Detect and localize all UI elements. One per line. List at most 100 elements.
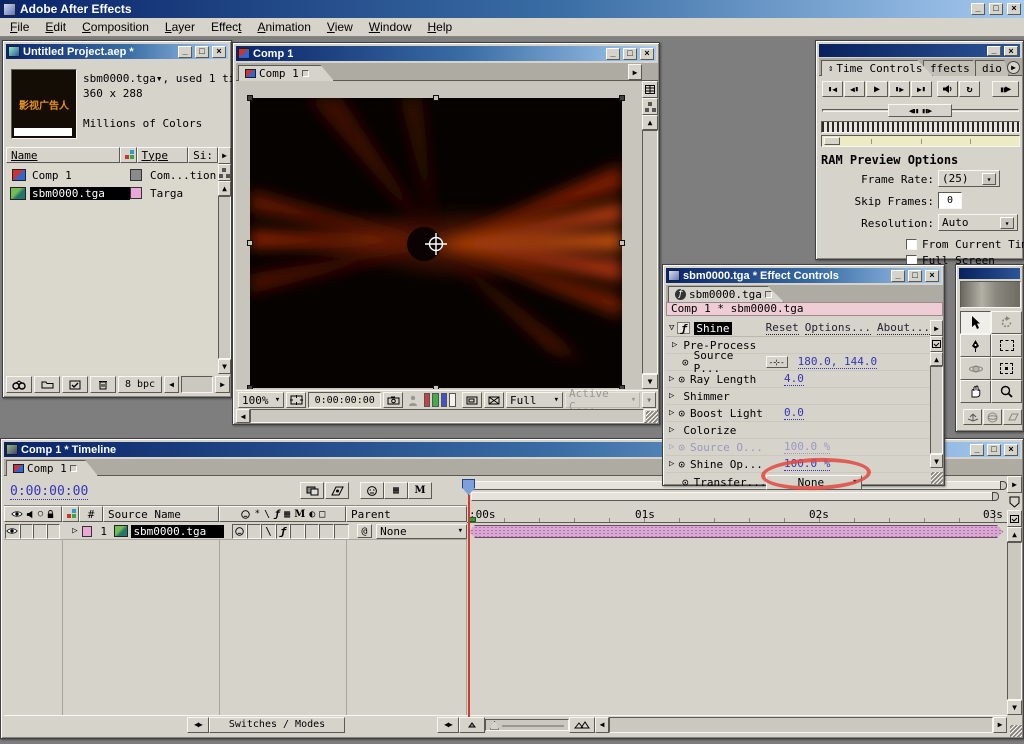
sort-toggle-button[interactable] — [120, 147, 137, 163]
ram-preview-button[interactable]: ▮▮▶ — [992, 81, 1019, 97]
layer-audio-toggle[interactable] — [20, 524, 34, 539]
channel-green-swatch[interactable] — [432, 393, 439, 407]
resolution-dropdown[interactable]: Full▾ — [506, 392, 563, 408]
world-axis-mode-button[interactable] — [983, 409, 1002, 425]
shine-expander-icon[interactable]: ▽ — [669, 323, 674, 333]
stopwatch-icon[interactable]: ⊙ — [678, 407, 685, 420]
ec-close-button[interactable]: × — [925, 270, 939, 282]
snapshot-button[interactable] — [383, 392, 403, 408]
lock-column-icon[interactable] — [46, 509, 55, 519]
menu-animation[interactable]: Animation — [249, 18, 318, 36]
project-close-button[interactable]: × — [212, 46, 226, 58]
expand-timeline-button[interactable]: ◀▶ — [437, 717, 459, 733]
ec-scroll-down[interactable]: ▼ — [930, 454, 943, 468]
menu-file[interactable]: File — [2, 18, 37, 36]
column-header-parent[interactable]: Parent — [346, 506, 467, 522]
comp-close-button[interactable]: × — [640, 48, 654, 60]
selection-handle[interactable] — [619, 240, 625, 246]
timeline-vscroll-track[interactable] — [1007, 542, 1022, 700]
layer-effects-switch[interactable]: ƒ — [276, 524, 291, 539]
row-expander-icon[interactable]: ▷ — [669, 442, 674, 452]
app-minimize-button[interactable]: _ — [971, 3, 985, 15]
rotation-tool[interactable] — [991, 311, 1022, 334]
effect-controls-tab[interactable]: ƒ sbm0000.tga — [668, 286, 784, 302]
play-button[interactable]: ▶ — [866, 81, 888, 97]
next-frame-button[interactable]: ▮▶ — [889, 81, 910, 97]
stopwatch-icon[interactable]: ⊙ — [682, 476, 689, 489]
timeline-tab[interactable]: Comp 1 — [6, 460, 98, 476]
options-link[interactable]: Options... — [805, 321, 871, 335]
project-maximize-button[interactable]: □ — [195, 46, 209, 58]
layer-source-name[interactable]: sbm0000.tga — [131, 525, 224, 538]
comp-minimize-button[interactable]: _ — [606, 48, 620, 60]
draft-3d-button[interactable] — [325, 482, 349, 499]
timeline-close-button[interactable]: × — [1004, 444, 1018, 456]
ec-scrollbar-track[interactable] — [930, 366, 943, 454]
comp-tab-menu-button[interactable]: ▶ — [628, 64, 642, 80]
layer-motion-blur-switch[interactable] — [305, 524, 320, 539]
project-scroll-down[interactable]: ▼ — [218, 359, 231, 374]
time-navigator-bar[interactable] — [471, 492, 993, 501]
skip-frames-input[interactable]: 0 — [938, 192, 962, 209]
project-hscroll-left[interactable]: ◀ — [164, 376, 179, 393]
from-current-time-checkbox[interactable] — [906, 239, 917, 250]
comp-hscroll-left[interactable]: ◀ — [236, 409, 250, 423]
menu-edit[interactable]: Edit — [37, 18, 74, 36]
solo-column-icon[interactable]: ○ — [38, 509, 43, 519]
timeline-maximize-button[interactable]: □ — [987, 444, 1001, 456]
column-header-source-name[interactable]: Source Name — [103, 506, 219, 522]
time-controls-titlebar[interactable]: _ × — [819, 44, 1020, 57]
selection-handle[interactable] — [433, 95, 439, 101]
navigator-end-handle[interactable] — [992, 492, 999, 501]
comp-titlebar[interactable]: Comp 1 _ □ × — [236, 46, 656, 61]
tab-time-controls[interactable]: ⇕ Time Controls — [821, 60, 933, 76]
timeline-quads-button[interactable] — [62, 506, 79, 522]
live-update-button[interactable] — [300, 482, 324, 499]
zoom-tool[interactable] — [991, 380, 1022, 403]
rectangle-mask-tool[interactable] — [991, 334, 1022, 357]
menu-layer[interactable]: Layer — [157, 18, 203, 36]
zoom-slider-track[interactable] — [485, 719, 569, 731]
tools-titlebar[interactable] — [959, 268, 1020, 279]
tab-effects[interactable]: ffects — [923, 60, 981, 76]
comp-time-display[interactable]: 0:00:00:00 — [308, 392, 381, 408]
menu-composition[interactable]: Composition — [74, 18, 157, 36]
column-header-number[interactable]: # — [79, 506, 103, 522]
row-expander-icon[interactable]: ▷ — [669, 408, 674, 418]
timeline-time-display[interactable]: 0:00:00:00 — [10, 484, 88, 500]
local-axis-mode-button[interactable] — [963, 409, 982, 425]
audio-column-icon[interactable] — [26, 510, 35, 519]
timeline-hscroll-track[interactable] — [609, 717, 993, 733]
transparency-grid-button[interactable] — [484, 392, 504, 408]
zoom-in-button[interactable] — [569, 717, 595, 733]
layer-collapse-switch[interactable] — [247, 524, 262, 539]
stopwatch-icon[interactable]: ⊙ — [678, 458, 685, 471]
comp-vscroll-track[interactable] — [642, 130, 658, 374]
layer-shy-switch[interactable] — [232, 524, 247, 539]
palette-menu-button[interactable]: ▶ — [1007, 61, 1020, 74]
timeline-minimize-button[interactable]: _ — [970, 444, 984, 456]
work-area-start-marker[interactable] — [469, 517, 476, 522]
new-composition-button[interactable] — [62, 376, 88, 393]
project-scroll-up[interactable]: ▲ — [218, 181, 231, 196]
channel-blue-swatch[interactable] — [441, 393, 448, 407]
enable-shy-button[interactable] — [360, 482, 384, 499]
source-point-value[interactable]: 180.0, 144.0 — [798, 355, 877, 369]
bit-depth-button[interactable]: 8 bpc — [118, 376, 162, 393]
magnification-dropdown[interactable]: 100%▾ — [238, 392, 284, 408]
list-item-comp[interactable]: Comp 1 Com...tion — [6, 166, 218, 184]
ec-comp-button[interactable] — [930, 336, 943, 352]
enable-frame-blend-button[interactable]: ▦ — [384, 482, 408, 499]
project-scrollbar-track[interactable] — [218, 196, 231, 359]
project-hscroll-track[interactable] — [181, 376, 213, 393]
reset-link[interactable]: Reset — [766, 321, 799, 335]
column-header-type[interactable]: Type — [137, 147, 189, 163]
expand-column-button[interactable]: ◀▶ — [187, 717, 209, 733]
column-header-name[interactable]: Name — [6, 147, 120, 163]
shuttle-knob[interactable] — [824, 137, 840, 145]
comp-scroll-down[interactable]: ▼ — [642, 374, 658, 389]
timeline-hscroll-left[interactable]: ◀ — [595, 717, 609, 733]
column-header-switches[interactable]: * \ ƒ ▦ M ◐ □ — [219, 506, 346, 522]
comp-canvas[interactable] — [250, 98, 622, 388]
status-more-button[interactable]: ▾ — [642, 392, 656, 408]
